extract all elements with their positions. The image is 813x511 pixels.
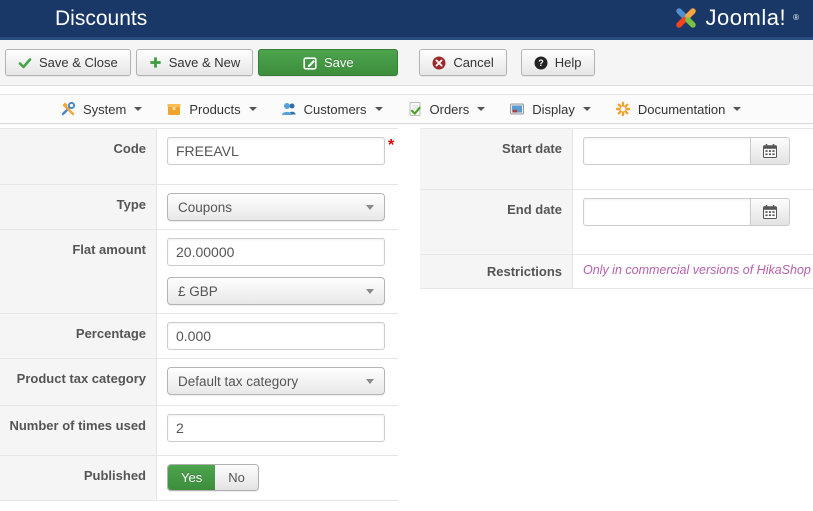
- joomla-logo: Joomla! ®: [673, 5, 799, 31]
- chevron-down-icon: [366, 378, 374, 384]
- box-icon: [167, 104, 181, 115]
- tax-category-select-value: Default tax category: [178, 373, 299, 389]
- menu-label-display: Display: [532, 101, 575, 117]
- type-select-value: Coupons: [178, 199, 233, 215]
- type-select[interactable]: Coupons: [167, 193, 385, 221]
- form-row-restrictions: Restrictions Only in commercial versions…: [420, 255, 813, 289]
- tax-category-select[interactable]: Default tax category: [167, 367, 385, 395]
- menu-item-customers[interactable]: Customers: [281, 101, 383, 117]
- currency-select-value: £ GBP: [178, 283, 218, 299]
- asterisk-icon: [615, 101, 631, 117]
- menu-label-system: System: [83, 101, 127, 117]
- start-date-label: Start date: [420, 129, 573, 189]
- joomla-x-icon: [675, 8, 696, 28]
- menu-item-system[interactable]: System: [60, 101, 143, 117]
- type-label: Type: [0, 185, 157, 229]
- form-panel-dates: Start date End date Restrictions Only in…: [420, 128, 813, 289]
- chevron-down-icon: [477, 107, 486, 111]
- form-row-percentage: Percentage: [0, 314, 398, 359]
- chevron-down-icon: [366, 288, 374, 294]
- joomla-logo-mark: ®: [793, 13, 799, 22]
- chevron-down-icon: [248, 107, 257, 111]
- cancel-button[interactable]: Cancel: [419, 49, 507, 76]
- help-button[interactable]: ? Help: [520, 49, 595, 76]
- save-label: Save: [323, 55, 354, 70]
- chevron-down-icon: [134, 107, 143, 111]
- menu-label-products: Products: [189, 101, 241, 117]
- form-row-tax-category: Product tax category Default tax categor…: [0, 359, 398, 406]
- cancel-label: Cancel: [453, 55, 494, 70]
- save-new-label: Save & New: [168, 55, 241, 70]
- component-menubar: System Products Customers Orders Display…: [0, 94, 813, 124]
- svg-text:?: ?: [538, 58, 544, 68]
- required-asterisk: *: [388, 137, 395, 154]
- monitor-icon: [510, 103, 525, 115]
- form-row-end-date: End date: [420, 190, 813, 255]
- times-used-label: Number of times used: [0, 406, 157, 455]
- joomla-logo-text: Joomla!: [705, 5, 787, 30]
- form-row-code: Code *: [0, 129, 398, 185]
- menu-item-documentation[interactable]: Documentation: [615, 101, 742, 117]
- calendar-icon: [763, 144, 777, 158]
- discount-form: Code * Type Coupons Flat amount £ GBP: [0, 128, 813, 501]
- menu-label-orders: Orders: [429, 101, 470, 117]
- menu-item-products[interactable]: Products: [166, 101, 257, 117]
- percentage-input[interactable]: [167, 322, 385, 350]
- form-row-type: Type Coupons: [0, 185, 398, 230]
- form-row-start-date: Start date: [420, 129, 813, 190]
- users-icon: [281, 103, 296, 115]
- help-question-icon: ?: [534, 56, 548, 69]
- page-title: Discounts: [55, 7, 148, 30]
- form-row-published: Published Yes No: [0, 456, 398, 501]
- percentage-label: Percentage: [0, 314, 157, 358]
- chevron-down-icon: [733, 107, 742, 111]
- currency-select[interactable]: £ GBP: [167, 277, 385, 305]
- published-no-button[interactable]: No: [215, 465, 258, 490]
- menu-label-customers: Customers: [303, 101, 367, 117]
- calendar-icon: [763, 205, 777, 219]
- restrictions-note-link[interactable]: Only in commercial versions of HikaShop: [583, 258, 811, 277]
- published-yes-button[interactable]: Yes: [168, 465, 216, 490]
- end-date-input[interactable]: [583, 198, 751, 226]
- code-label: Code: [0, 129, 157, 184]
- code-input[interactable]: [167, 137, 385, 165]
- cancel-x-icon: [432, 56, 446, 69]
- published-label: Published: [0, 456, 157, 500]
- menu-item-orders[interactable]: Orders: [407, 101, 486, 117]
- order-check-icon: [409, 102, 421, 116]
- published-toggle: Yes No: [167, 464, 259, 491]
- end-date-calendar-button[interactable]: [750, 198, 790, 226]
- save-close-button[interactable]: Save & Close: [5, 49, 131, 76]
- chevron-down-icon: [582, 107, 591, 111]
- tools-icon: [61, 101, 76, 116]
- start-date-input[interactable]: [583, 137, 751, 165]
- menu-item-display[interactable]: Display: [509, 101, 591, 117]
- form-panel-main: Code * Type Coupons Flat amount £ GBP: [0, 128, 398, 501]
- menu-label-documentation: Documentation: [637, 101, 726, 117]
- flat-amount-label: Flat amount: [0, 230, 157, 313]
- tax-category-label: Product tax category: [0, 359, 157, 405]
- times-used-input[interactable]: [167, 414, 385, 442]
- plus-icon: [150, 57, 161, 68]
- save-new-button[interactable]: Save & New: [135, 49, 254, 76]
- flat-amount-input[interactable]: [167, 238, 385, 266]
- help-label: Help: [554, 55, 582, 70]
- form-row-times-used: Number of times used: [0, 406, 398, 456]
- admin-header: Discounts Joomla! ®: [0, 0, 813, 40]
- chevron-down-icon: [366, 204, 374, 210]
- save-close-label: Save & Close: [39, 55, 118, 70]
- save-button[interactable]: Save: [258, 49, 399, 76]
- chevron-down-icon: [374, 107, 383, 111]
- end-date-label: End date: [420, 190, 573, 254]
- start-date-calendar-button[interactable]: [750, 137, 790, 165]
- check-icon: [18, 57, 32, 68]
- toolbar: Save & Close Save & New Save Cancel ? He…: [0, 40, 813, 86]
- restrictions-label: Restrictions: [420, 255, 573, 288]
- edit-save-icon: [303, 56, 317, 70]
- form-row-flat-amount: Flat amount £ GBP: [0, 230, 398, 314]
